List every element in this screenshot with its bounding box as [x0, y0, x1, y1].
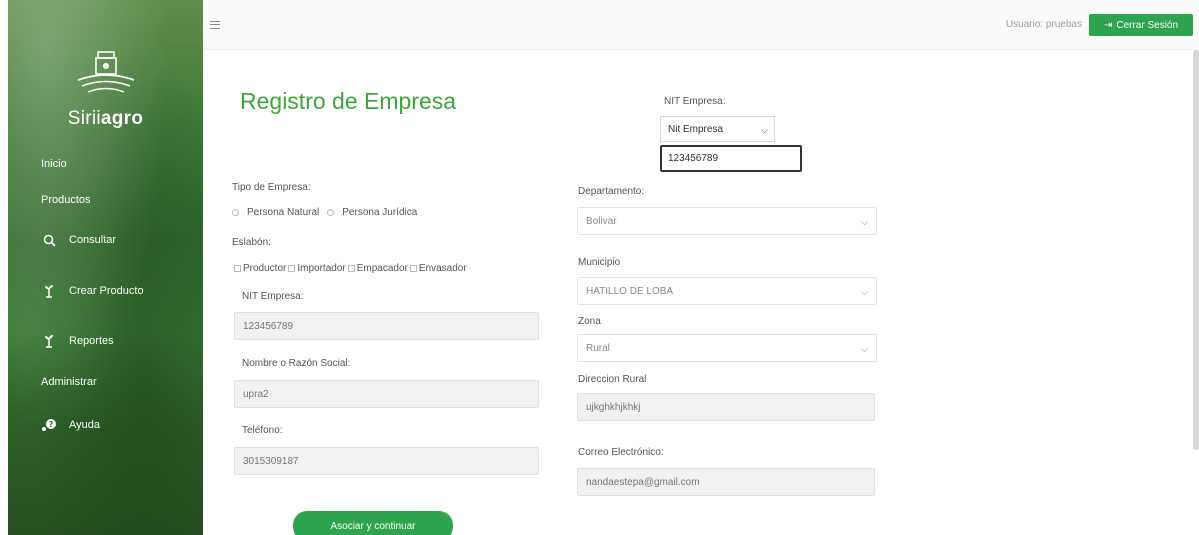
sidebar-item-inicio[interactable]: Inicio	[41, 158, 67, 170]
nombre-label: Nombre o Razón Social:	[242, 358, 351, 369]
municipio-label: Municipio	[578, 257, 621, 268]
help-icon: ?	[41, 417, 57, 433]
direccion-label: Direccion Rural	[578, 374, 647, 385]
correo-input[interactable]: nandaestepa@gmail.com	[577, 468, 875, 496]
brand-logo[interactable]: Siriiagro	[8, 50, 203, 130]
nit-lookup-input[interactable]: 123456789	[660, 145, 802, 172]
user-info: Usuario: pruebas	[1006, 19, 1082, 30]
checkbox-envasador[interactable]	[409, 265, 417, 272]
search-icon	[41, 232, 57, 248]
direccion-input[interactable]: ujkghkhjkhkj	[577, 393, 875, 421]
brand-name: Siriiagro	[67, 108, 144, 129]
logout-icon: ⇥	[1103, 19, 1113, 31]
checkbox-importador[interactable]	[288, 265, 296, 272]
chevron-down-icon: ⌵	[861, 287, 868, 297]
sidebar-item-consultar[interactable]: Consultar	[41, 232, 116, 248]
top-bar: Usuario: pruebas ⇥ Cerrar Sesión	[203, 0, 1199, 50]
svg-text:?: ?	[49, 420, 54, 429]
nit-type-select[interactable]: Nit Empresa ⌵	[660, 116, 775, 142]
user-name: pruebas	[1045, 19, 1082, 30]
logout-button[interactable]: ⇥ Cerrar Sesión	[1089, 14, 1193, 36]
nit-empresa-input[interactable]: 123456789	[234, 312, 539, 340]
eslabon-options: Productor Importador Empacador Envasador	[232, 263, 467, 274]
radio-persona-juridica[interactable]	[327, 209, 335, 216]
radio-persona-natural[interactable]	[232, 209, 239, 216]
telefono-label: Teléfono:	[242, 425, 283, 436]
menu-toggle-icon[interactable]	[210, 21, 220, 29]
municipio-select[interactable]: HATILLO DE LOBA ⌵	[577, 277, 877, 305]
chevron-down-icon: ⌵	[861, 344, 868, 354]
nombre-input[interactable]: upra2	[234, 380, 539, 408]
checkbox-empacador[interactable]	[347, 265, 355, 272]
chevron-down-icon: ⌵	[861, 217, 868, 227]
checkbox-productor[interactable]	[234, 265, 241, 272]
asociar-continuar-button[interactable]: Asociar y continuar	[293, 511, 453, 535]
sidebar-item-productos[interactable]: Productos	[41, 194, 91, 206]
page-title: Registro de Empresa	[240, 88, 457, 114]
logo-icon	[77, 51, 134, 93]
nit-empresa-label: NIT Empresa:	[242, 291, 304, 302]
sidebar-item-administrar[interactable]: Administrar	[41, 376, 97, 388]
zona-label: Zona	[578, 316, 601, 327]
tipo-empresa-options: Persona Natural Persona Jurídica	[232, 207, 417, 218]
sidebar-item-ayuda[interactable]: ? Ayuda	[41, 417, 100, 433]
correo-label: Correo Electrónico:	[578, 447, 664, 458]
nit-lookup-label: NIT Empresa:	[664, 96, 726, 107]
sidebar-item-crear-producto[interactable]: Crear Producto	[41, 283, 144, 299]
departamento-select[interactable]: Bolivar ⌵	[577, 207, 877, 235]
chevron-down-icon: ⌵	[761, 125, 768, 135]
sidebar-item-reportes[interactable]: Reportes	[41, 333, 114, 349]
plant-icon	[41, 283, 57, 299]
plant-icon	[41, 333, 57, 349]
sidebar: Siriiagro Inicio Productos Consultar Cre…	[8, 0, 203, 535]
telefono-input[interactable]: 3015309187	[234, 447, 539, 475]
zona-select[interactable]: Rural ⌵	[577, 334, 877, 362]
scrollbar[interactable]	[1193, 50, 1199, 450]
eslabon-label: Eslabón:	[232, 237, 271, 248]
departamento-label: Departamento:	[578, 186, 645, 197]
app-window: Siriiagro Inicio Productos Consultar Cre…	[0, 0, 1199, 535]
user-label: Usuario:	[1005, 19, 1044, 30]
tipo-empresa-label: Tipo de Empresa:	[232, 182, 311, 193]
